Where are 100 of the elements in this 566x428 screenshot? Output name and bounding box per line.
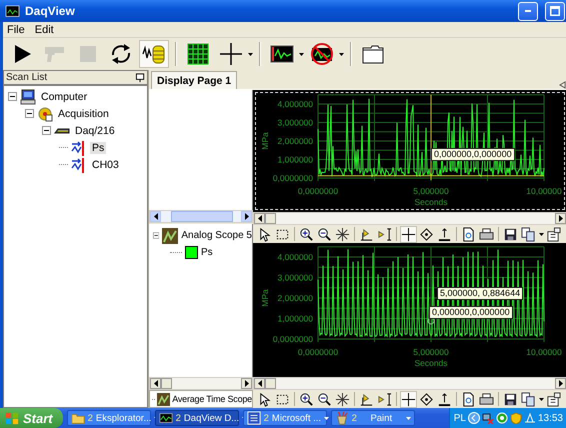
- cursor-readout: 0,000000,0,000000: [429, 306, 513, 319]
- grid-icon: [186, 42, 210, 66]
- tree-item[interactable]: Ps: [90, 142, 106, 154]
- axis-tick-label: 0,0000000: [272, 173, 313, 183]
- scroll-right-button[interactable]: [241, 211, 252, 222]
- waveform-database-button[interactable]: [139, 40, 169, 68]
- axis-title: Seconds: [414, 358, 448, 368]
- window-title: DaqView: [25, 4, 76, 18]
- maximize-icon: [550, 6, 560, 16]
- scroll-left-button[interactable]: [254, 213, 265, 224]
- scroll-left-button[interactable]: [150, 211, 161, 222]
- scope-thumbnail-icon: [157, 392, 170, 406]
- properties-button[interactable]: [545, 390, 562, 408]
- arrow-right-icon: [244, 380, 248, 387]
- arrow-left-icon: [154, 380, 158, 387]
- taskbar-button[interactable]: 2 Microsoft ...: [242, 410, 327, 426]
- clock: 13:53: [538, 412, 563, 424]
- tree-item[interactable]: Acquisition: [56, 108, 111, 120]
- device-icon: [54, 128, 70, 134]
- maximize-button[interactable]: [545, 2, 565, 20]
- axis-title: MPa: [260, 132, 270, 150]
- scrollbar-thumb[interactable]: [171, 211, 233, 222]
- scroll-right-button[interactable]: [555, 378, 566, 389]
- expander-toggle[interactable]: [42, 126, 51, 135]
- horizontal-scrollbar[interactable]: [149, 377, 253, 390]
- scroll-right-button[interactable]: [241, 378, 252, 389]
- arrow-right-icon: [558, 215, 562, 222]
- pin-icon[interactable]: [135, 72, 146, 82]
- copy-button[interactable]: [520, 226, 537, 242]
- shield-icon[interactable]: [510, 412, 522, 424]
- level-marker-button[interactable]: [436, 226, 453, 242]
- axis-marker-button[interactable]: [376, 226, 393, 242]
- status-icon[interactable]: [496, 412, 508, 424]
- caret-icon[interactable]: [539, 232, 544, 236]
- taskbar-button[interactable]: 2 Paint: [330, 410, 415, 426]
- axis-tick-label: 3,000000: [278, 118, 313, 128]
- expander-toggle[interactable]: [25, 109, 34, 118]
- network-icon[interactable]: [482, 412, 494, 424]
- arrow-right-icon: [244, 213, 248, 220]
- minimize-button[interactable]: [518, 2, 538, 20]
- axis-marker-icon: [359, 226, 374, 242]
- scroll-left-button[interactable]: [150, 378, 161, 389]
- asterisk-button[interactable]: [334, 226, 351, 242]
- scroll-right-button[interactable]: [555, 213, 566, 224]
- cursor-point-button[interactable]: [418, 226, 435, 242]
- caret-icon[interactable]: [539, 398, 544, 400]
- caret-icon[interactable]: [339, 52, 344, 56]
- zoom-in-button[interactable]: [298, 226, 315, 242]
- print-button[interactable]: [478, 226, 495, 242]
- tree-item[interactable]: CH03: [90, 158, 121, 170]
- axis-tick-label: 2,000000: [278, 293, 313, 303]
- axis-marker-button[interactable]: [376, 390, 393, 408]
- scrollbar-thumb[interactable]: [265, 378, 276, 389]
- copy-button[interactable]: [520, 390, 537, 408]
- minimize-icon: [525, 10, 531, 12]
- scrollbar-thumb[interactable]: [161, 378, 172, 389]
- expander-toggle[interactable]: [8, 92, 17, 101]
- properties-button[interactable]: [545, 226, 562, 242]
- arrow-left-icon: [258, 380, 262, 387]
- tree-item[interactable]: Daq/216: [73, 124, 117, 136]
- scope-icon: [158, 411, 173, 425]
- collapse-icon[interactable]: [559, 80, 566, 89]
- horizontal-scrollbar[interactable]: [149, 210, 253, 223]
- caret-icon[interactable]: [324, 416, 330, 420]
- tree-item[interactable]: Analog Scope 5: [181, 230, 252, 241]
- cursor-marker[interactable]: [428, 317, 434, 324]
- expander-toggle[interactable]: [153, 231, 160, 240]
- expand-tray-icon[interactable]: [468, 412, 480, 424]
- asterisk-button[interactable]: [334, 390, 351, 408]
- scrollbar-thumb[interactable]: [265, 213, 276, 224]
- axis-tick-label: 5,000000: [413, 186, 449, 196]
- caret-icon[interactable]: [248, 52, 253, 56]
- menu-item[interactable]: Edit: [34, 24, 54, 36]
- tree-item[interactable]: Ps: [201, 247, 213, 258]
- cursor-point-button[interactable]: [418, 390, 435, 408]
- horizontal-scrollbar[interactable]: [253, 212, 566, 225]
- language-indicator[interactable]: PL: [454, 412, 466, 424]
- cursor-point-icon: [419, 226, 434, 242]
- save-icon: [503, 392, 518, 406]
- page-tab[interactable]: Display Page 1: [151, 71, 238, 89]
- scroll-left-button[interactable]: [254, 378, 265, 389]
- horizontal-scrollbar[interactable]: [253, 377, 566, 390]
- crosshair-button[interactable]: [400, 226, 417, 242]
- connection-icon[interactable]: [524, 412, 536, 424]
- caret-icon[interactable]: [299, 52, 304, 56]
- menu-item[interactable]: File: [7, 24, 25, 36]
- zoom-out-button[interactable]: [316, 226, 333, 242]
- zoom-out-button[interactable]: [316, 390, 333, 408]
- axis-marker-icon: [377, 226, 392, 242]
- save-icon: [503, 226, 518, 242]
- axis-tick-label: 1,000000: [278, 314, 313, 324]
- zoom-in-button[interactable]: [298, 390, 315, 408]
- tree-item[interactable]: Computer: [39, 90, 90, 102]
- level-marker-button[interactable]: [436, 390, 453, 408]
- crosshair-button[interactable]: [400, 390, 417, 408]
- asterisk-icon: [335, 392, 350, 406]
- properties-icon: [546, 226, 561, 242]
- crosshair-icon: [401, 226, 416, 242]
- print-button[interactable]: [478, 390, 495, 408]
- copy-icon: [521, 392, 536, 406]
